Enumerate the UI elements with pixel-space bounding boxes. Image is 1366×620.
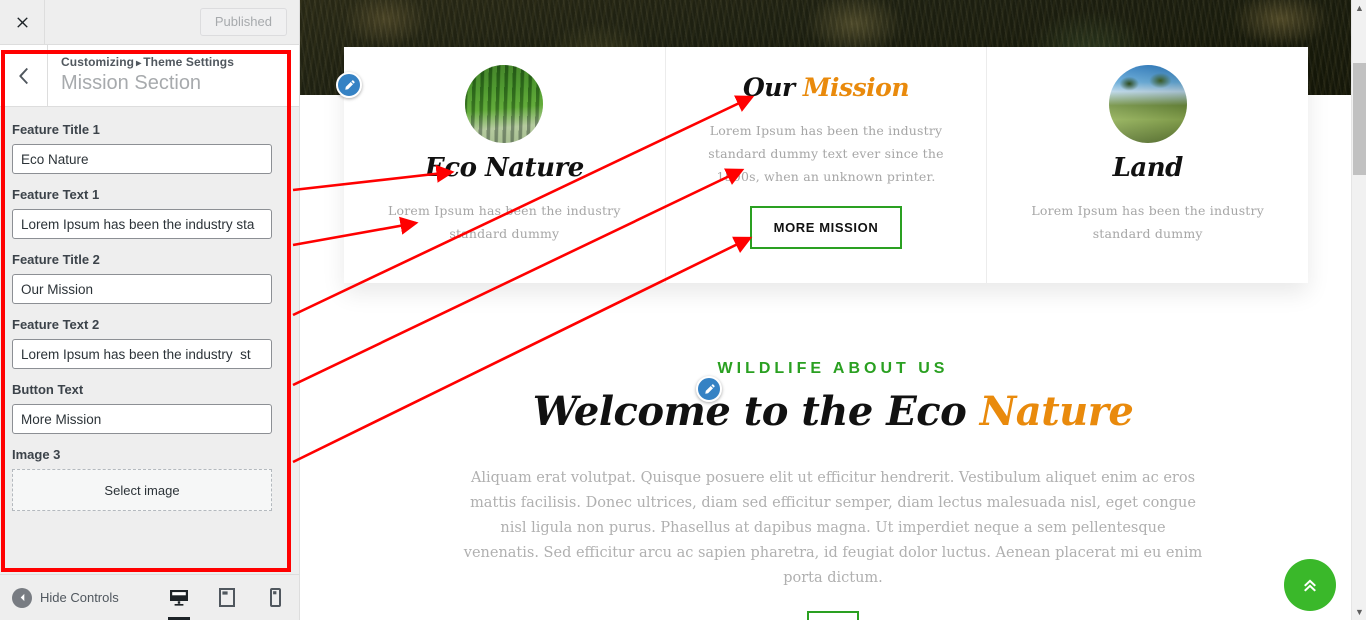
control-feature-title-2: Feature Title 2 [12, 251, 287, 304]
published-button[interactable]: Published [199, 8, 287, 36]
close-icon [16, 16, 28, 28]
mission-feature-block: Eco Nature Lorem Ipsum has been the indu… [344, 47, 1308, 283]
collapse-arrow-icon [12, 587, 32, 608]
customizer-topbar: Published [0, 0, 299, 45]
edit-pencil-icon[interactable] [696, 376, 722, 402]
mobile-icon [269, 588, 281, 607]
scrollbar-down-arrow[interactable]: ▼ [1352, 607, 1366, 617]
input-feature-text-1[interactable] [12, 209, 272, 239]
about-heading: Welcome to the Eco Nature [300, 386, 1366, 438]
hide-controls-button[interactable]: Hide Controls [0, 587, 119, 608]
desktop-icon [170, 590, 188, 606]
about-eyebrow-row: WILDLIFE ABOUT US [300, 360, 1366, 378]
feature-title-2-main: Our [743, 73, 803, 102]
device-preview-switcher [165, 575, 299, 620]
customizer-sidebar: Published Customizing ▸ Theme Settings Mis… [0, 0, 300, 620]
control-image-3: Image 3 Select image [12, 446, 287, 511]
feature-title-1: Eco Nature [424, 153, 584, 183]
chevron-left-icon [18, 67, 28, 84]
panel-titles: Customizing ▸ Theme Settings Mission Secti… [48, 55, 234, 96]
preview-scrollbar[interactable]: ▲ ▼ [1351, 0, 1366, 620]
feature-image-1 [465, 65, 544, 143]
select-image-button[interactable]: Select image [12, 469, 272, 511]
label-button-text: Button Text [12, 382, 84, 397]
controls-area: Feature Title 1 Feature Text 1 Feature T… [0, 107, 299, 574]
label-image-3: Image 3 [12, 447, 61, 462]
about-heading-accent: Nature [979, 388, 1134, 436]
about-paragraph: Aliquam erat volutpat. Quisque posuere e… [463, 470, 1203, 587]
feature-card-2: Our Mission Lorem Ipsum has been the ind… [664, 47, 987, 283]
feature-text-2: Lorem Ipsum has been the industry standa… [708, 123, 944, 184]
page-title: Mission Section [61, 72, 202, 94]
feature-card-1: Eco Nature Lorem Ipsum has been the indu… [344, 47, 665, 283]
hide-controls-label: Hide Controls [40, 590, 119, 605]
label-feature-text-2: Feature Text 2 [12, 317, 100, 332]
feature-title-2: Our Mission [700, 71, 953, 105]
scroll-to-top-button[interactable] [1284, 559, 1336, 611]
device-mobile-button[interactable] [261, 575, 289, 620]
feature-title-3: Land [1112, 153, 1184, 183]
label-feature-title-2: Feature Title 2 [12, 252, 100, 267]
control-feature-text-1: Feature Text 1 [12, 186, 287, 239]
more-mission-button[interactable]: MORE MISSION [749, 206, 903, 249]
scrollbar-up-arrow[interactable]: ▲ [1352, 3, 1366, 13]
about-more-button[interactable] [807, 611, 859, 620]
theme-preview-frame: Eco Nature Lorem Ipsum has been the indu… [300, 0, 1366, 620]
about-section: WILDLIFE ABOUT US Welcome to the Eco Nat… [300, 360, 1366, 620]
double-chevron-up-icon [1304, 579, 1316, 592]
input-feature-title-1[interactable] [12, 144, 272, 174]
input-feature-text-2[interactable] [12, 339, 272, 369]
input-button-text[interactable] [12, 404, 272, 434]
feature-title-2-accent: Mission [802, 73, 910, 102]
control-button-text: Button Text [12, 381, 287, 434]
back-button[interactable] [0, 45, 48, 106]
label-feature-title-1: Feature Title 1 [12, 122, 100, 137]
feature-text-3: Lorem Ipsum has been the industry standa… [1031, 203, 1264, 241]
sidebar-footer: Hide Controls [0, 574, 299, 620]
feature-card-3: Land Lorem Ipsum has been the industry s… [986, 47, 1308, 283]
breadcrumb-root: Customizing [61, 55, 135, 69]
breadcrumb-separator: ▸ [136, 58, 142, 69]
customizer-screen: Eco Nature Lorem Ipsum has been the indu… [0, 0, 1366, 620]
feature-text-1: Lorem Ipsum has been the industry standa… [388, 203, 621, 241]
breadcrumb: Customizing ▸ Theme Settings [61, 55, 234, 69]
label-feature-text-1: Feature Text 1 [12, 187, 100, 202]
panel-header: Customizing ▸ Theme Settings Mission Secti… [0, 45, 299, 107]
scrollbar-thumb[interactable] [1353, 63, 1366, 175]
edit-pencil-icon[interactable] [336, 72, 362, 98]
breadcrumb-parent: Theme Settings [143, 55, 234, 69]
device-desktop-button[interactable] [165, 575, 193, 620]
tablet-icon [219, 588, 235, 607]
feature-image-3 [1108, 65, 1187, 143]
control-feature-title-1: Feature Title 1 [12, 121, 287, 174]
close-customizer-button[interactable] [0, 0, 45, 44]
device-tablet-button[interactable] [213, 575, 241, 620]
about-eyebrow: WILDLIFE ABOUT US [717, 360, 949, 377]
control-feature-text-2: Feature Text 2 [12, 316, 287, 369]
input-feature-title-2[interactable] [12, 274, 272, 304]
about-heading-main: Welcome to the Eco [532, 388, 980, 436]
